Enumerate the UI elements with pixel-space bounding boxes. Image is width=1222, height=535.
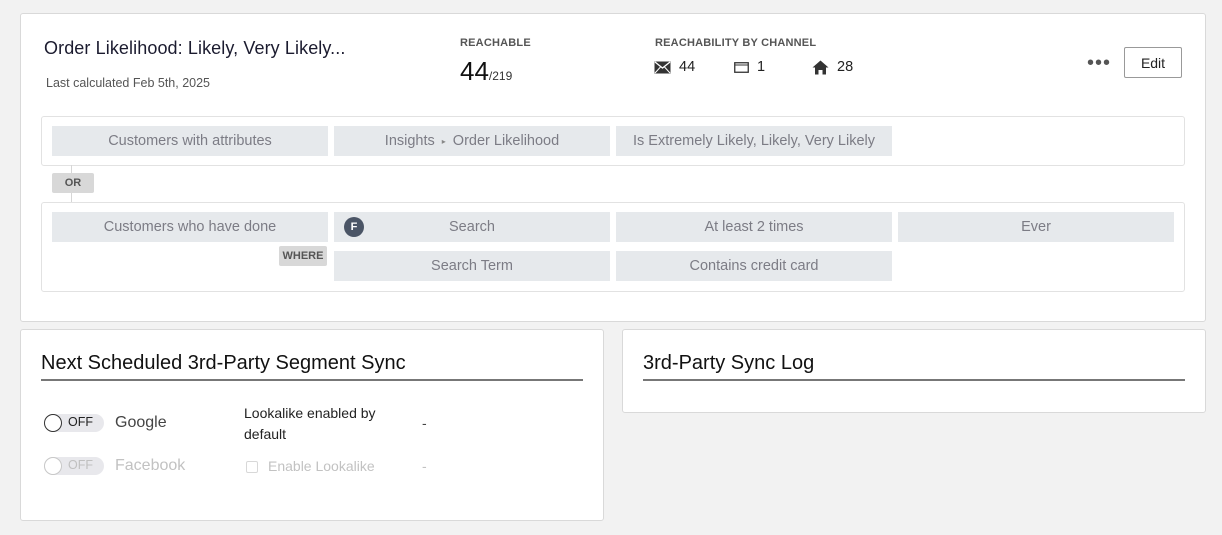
edit-button[interactable]: Edit bbox=[1124, 47, 1182, 78]
attribute-chip[interactable]: Insights ▸ Order Likelihood bbox=[334, 126, 610, 156]
enable-lookalike-label: Enable Lookalike bbox=[268, 458, 375, 474]
channel-sms-count: 1 bbox=[757, 59, 766, 75]
condition-group-1: Customers with attributes Insights ▸ Ord… bbox=[41, 116, 1185, 166]
channel-email-count: 44 bbox=[679, 59, 696, 75]
sms-icon bbox=[734, 61, 749, 73]
condition-type-chip[interactable]: Customers who have done bbox=[52, 212, 328, 242]
event-source-badge: F bbox=[344, 217, 364, 237]
caret-right-icon: ▸ bbox=[441, 136, 446, 146]
sync-section-title: Next Scheduled 3rd-Party Segment Sync bbox=[41, 352, 583, 381]
property-operator-chip[interactable]: Contains credit card bbox=[616, 251, 892, 281]
toggle-state-label: OFF bbox=[68, 415, 93, 429]
reachable-count-value: 44 bbox=[460, 56, 489, 86]
sync-log-title: 3rd-Party Sync Log bbox=[643, 352, 1185, 381]
enable-lookalike-checkbox[interactable] bbox=[246, 461, 258, 473]
more-options-icon[interactable]: ••• bbox=[1087, 52, 1111, 75]
home-icon bbox=[812, 60, 829, 75]
connector-line bbox=[71, 165, 72, 173]
last-calculated-text: Last calculated Feb 5th, 2025 bbox=[46, 76, 211, 90]
condition-group-2: Customers who have done F Search At leas… bbox=[41, 202, 1185, 292]
where-badge: WHERE bbox=[279, 246, 327, 266]
facebook-lookalike-value: - bbox=[422, 458, 427, 474]
toggle-state-label: OFF bbox=[68, 458, 93, 472]
segment-sync-card: Next Scheduled 3rd-Party Segment Sync OF… bbox=[20, 329, 604, 521]
toggle-knob bbox=[44, 457, 62, 475]
segment-title: Order Likelihood: Likely, Very Likely... bbox=[44, 38, 346, 58]
attribute-operator-chip[interactable]: Is Extremely Likely, Likely, Very Likely bbox=[616, 126, 892, 156]
segment-summary-card: Order Likelihood: Likely, Very Likely...… bbox=[20, 13, 1206, 322]
google-sync-toggle[interactable]: OFF bbox=[44, 414, 104, 432]
email-icon bbox=[654, 60, 671, 74]
attribute-name: Order Likelihood bbox=[452, 133, 560, 149]
property-chip[interactable]: Search Term bbox=[334, 251, 610, 281]
facebook-sync-toggle[interactable]: OFF bbox=[44, 457, 104, 475]
channel-email: 44 bbox=[654, 59, 695, 75]
lookalike-enabled-label: Lookalike enabled by default bbox=[244, 405, 376, 442]
reachable-label: REACHABLE bbox=[460, 37, 531, 49]
event-name: Search bbox=[449, 219, 495, 235]
connector-line bbox=[71, 193, 72, 202]
channel-home-count: 28 bbox=[837, 59, 854, 75]
reachable-total: /219 bbox=[488, 69, 513, 83]
condition-type-chip[interactable]: Customers with attributes bbox=[52, 126, 328, 156]
toggle-knob bbox=[44, 414, 62, 432]
reachability-by-channel-label: REACHABILITY BY CHANNEL bbox=[655, 37, 817, 49]
platform-name-google: Google bbox=[115, 414, 167, 431]
reachable-count: 44/219 bbox=[460, 56, 512, 87]
frequency-chip[interactable]: At least 2 times bbox=[616, 212, 892, 242]
google-lookalike-value: - bbox=[422, 415, 427, 431]
platform-name-facebook: Facebook bbox=[115, 457, 186, 474]
channel-home: 28 bbox=[812, 59, 853, 75]
channel-sms: 1 bbox=[734, 59, 765, 75]
sync-log-card: 3rd-Party Sync Log bbox=[622, 329, 1206, 413]
or-joiner-badge: OR bbox=[52, 173, 94, 193]
event-chip[interactable]: F Search bbox=[334, 212, 610, 242]
timeframe-chip[interactable]: Ever bbox=[898, 212, 1174, 242]
attribute-source: Insights bbox=[384, 133, 435, 149]
